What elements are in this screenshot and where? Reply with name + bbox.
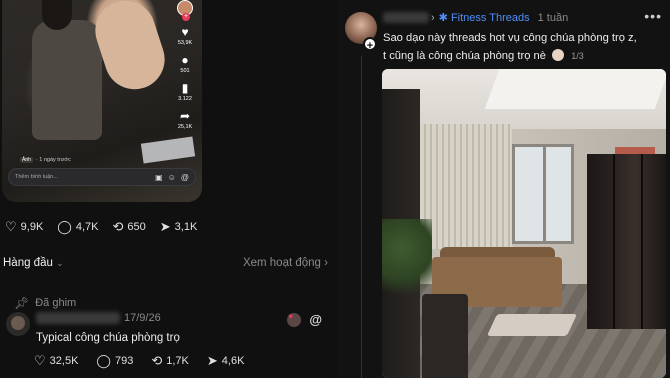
chevron-right-icon: › xyxy=(324,257,328,269)
comment-reply-count: 793 xyxy=(114,354,134,367)
like-count: 9,9K xyxy=(20,220,44,233)
sort-label: Hàng đầu xyxy=(3,257,53,269)
comment-icon: ● xyxy=(181,53,189,67)
video-comment-action[interactable]: ● 501 xyxy=(180,53,190,75)
repost-count: 650 xyxy=(127,220,146,233)
sort-dropdown[interactable]: Hàng đầu ⌄ xyxy=(3,257,64,269)
group-link[interactable]: ✱ Fitness Threads xyxy=(439,11,530,24)
heart-outline-icon: ♡ xyxy=(34,353,46,368)
pin-icon: 📌︎ xyxy=(14,296,30,310)
image-icon[interactable]: ▣ xyxy=(155,173,163,182)
post-text-line-2-content: t cũng là công chúa phòng trọ nè xyxy=(383,50,546,62)
threads-logo-icon[interactable]: @ xyxy=(309,312,322,327)
post-header: › ✱ Fitness Threads 1 tuần xyxy=(431,11,569,25)
comment-stats: ♡ 32,5K ◯ 793 ⟲ 1,7K ➤ 4,6K xyxy=(34,354,244,367)
pinned-label: Đã ghim xyxy=(35,297,77,309)
post-photo[interactable] xyxy=(382,69,666,378)
post-stats: ♡ 9,9K ◯ 4,7K ⟲ 650 ➤ 3,1K xyxy=(5,220,197,233)
thread-line xyxy=(361,56,362,378)
video-bookmark-count: 3.122 xyxy=(178,96,192,102)
group-name: Fitness Threads xyxy=(450,12,530,24)
send-icon: ➤ xyxy=(159,219,171,234)
comment-share-count: 4,6K xyxy=(221,354,245,367)
room-window xyxy=(512,144,574,244)
video-share-count: 25,1K xyxy=(177,124,193,130)
pinned-indicator: 📌︎ Đã ghim xyxy=(14,296,76,310)
commenter-name-blurred xyxy=(36,312,120,324)
heart-outline-icon: ♡ xyxy=(5,219,17,234)
room-rug xyxy=(486,314,578,336)
mention-icon[interactable]: @ xyxy=(181,173,189,182)
video-meta: Ảnh · 1 ngày trước xyxy=(20,157,71,163)
room-chair xyxy=(422,294,468,378)
post-text-line-2: t cũng là công chúa phòng trọ nè 1/3 xyxy=(383,47,665,65)
comment-sort-row: Hàng đầu ⌄ Xem hoạt động › xyxy=(3,257,328,269)
comment-reply-stat[interactable]: ◯ 793 xyxy=(96,354,133,367)
share-count: 3,1K xyxy=(174,220,198,233)
comment-bubble-icon: ◯ xyxy=(57,219,72,234)
chevron-right-icon: › xyxy=(431,11,435,24)
more-options-icon[interactable]: ••• xyxy=(644,8,662,24)
post-time: 1 tuần xyxy=(537,11,569,24)
comment-stat[interactable]: ◯ 4,7K xyxy=(57,220,98,233)
author-name-blurred[interactable] xyxy=(383,12,429,23)
follow-plus-icon[interactable]: + xyxy=(182,13,190,21)
view-activity-link[interactable]: Xem hoạt động › xyxy=(243,257,328,269)
view-activity-label: Xem hoạt động xyxy=(242,257,321,269)
chevron-down-icon: ⌄ xyxy=(56,258,64,268)
post-text: Sao dạo này threads hot vụ công chúa phò… xyxy=(383,29,665,65)
send-icon: ➤ xyxy=(206,353,218,368)
photo-figure-hair xyxy=(42,0,72,30)
threads-group-icon: ✱ xyxy=(438,12,448,24)
follow-plus-icon[interactable]: + xyxy=(363,37,377,52)
image-counter: 1/3 xyxy=(571,51,584,61)
comment-text: Typical công chúa phòng trọ xyxy=(36,332,180,344)
comment-repost-stat[interactable]: ⟲ 1,7K xyxy=(151,354,189,367)
share-icon: ➦ xyxy=(179,109,191,123)
comment-like-stat[interactable]: ♡ 32,5K xyxy=(34,354,78,367)
comment-bubble-icon: ◯ xyxy=(96,353,111,368)
author-liked-icon xyxy=(287,312,302,327)
commenter-avatar[interactable] xyxy=(6,312,30,336)
video-share-action[interactable]: ➦ 25,1K xyxy=(177,109,193,131)
comment-right-icons: @ xyxy=(287,312,322,327)
repost-icon: ⟲ xyxy=(112,219,124,234)
video-comment-input[interactable]: Thêm bình luận... xyxy=(15,174,150,180)
bookmark-icon: ▮ xyxy=(181,81,189,95)
video-like-action[interactable]: ♥ 53,9K xyxy=(177,25,193,47)
video-screenshot[interactable]: + ♥ 53,9K ● 501 ▮ 3.122 ➦ 25,1K Ảnh · 1 … xyxy=(2,0,202,202)
comment-count: 4,7K xyxy=(75,220,99,233)
video-comment-bar[interactable]: Thêm bình luận... ▣ ☺ @ xyxy=(8,168,196,186)
share-stat[interactable]: ➤ 3,1K xyxy=(160,220,198,233)
video-like-count: 53,9K xyxy=(177,40,193,46)
video-comment-count: 501 xyxy=(180,68,190,74)
like-stat[interactable]: ♡ 9,9K xyxy=(5,220,43,233)
room-ceiling-light xyxy=(484,69,666,109)
emoji-icon xyxy=(552,49,565,61)
comment-repost-count: 1,7K xyxy=(166,354,189,367)
creator-avatar[interactable]: + xyxy=(177,0,193,21)
left-post-pane: + ♥ 53,9K ● 501 ▮ 3.122 ➦ 25,1K Ảnh · 1 … xyxy=(0,0,333,378)
comment-share-stat[interactable]: ➤ 4,6K xyxy=(207,354,245,367)
repost-icon: ⟲ xyxy=(151,353,163,368)
comment-like-count: 32,5K xyxy=(49,354,79,367)
right-post-pane: + › ✱ Fitness Threads 1 tuần ••• Sao dạo… xyxy=(337,0,670,378)
repost-stat[interactable]: ⟲ 650 xyxy=(113,220,146,233)
post-text-line-1: Sao dạo này threads hot vụ công chúa phò… xyxy=(383,32,637,44)
photo-figure-body xyxy=(32,20,102,140)
heart-icon: ♥ xyxy=(181,25,189,39)
video-side-actions: + ♥ 53,9K ● 501 ▮ 3.122 ➦ 25,1K xyxy=(174,0,196,138)
emoji-icon[interactable]: ☺ xyxy=(168,173,176,182)
photo-tag: Ảnh xyxy=(20,157,33,163)
comment-date: 17/9/26 xyxy=(124,312,161,324)
room-wardrobe xyxy=(587,154,666,329)
video-time: · 1 ngày trước xyxy=(35,157,71,163)
video-bookmark-action[interactable]: ▮ 3.122 xyxy=(178,81,192,103)
